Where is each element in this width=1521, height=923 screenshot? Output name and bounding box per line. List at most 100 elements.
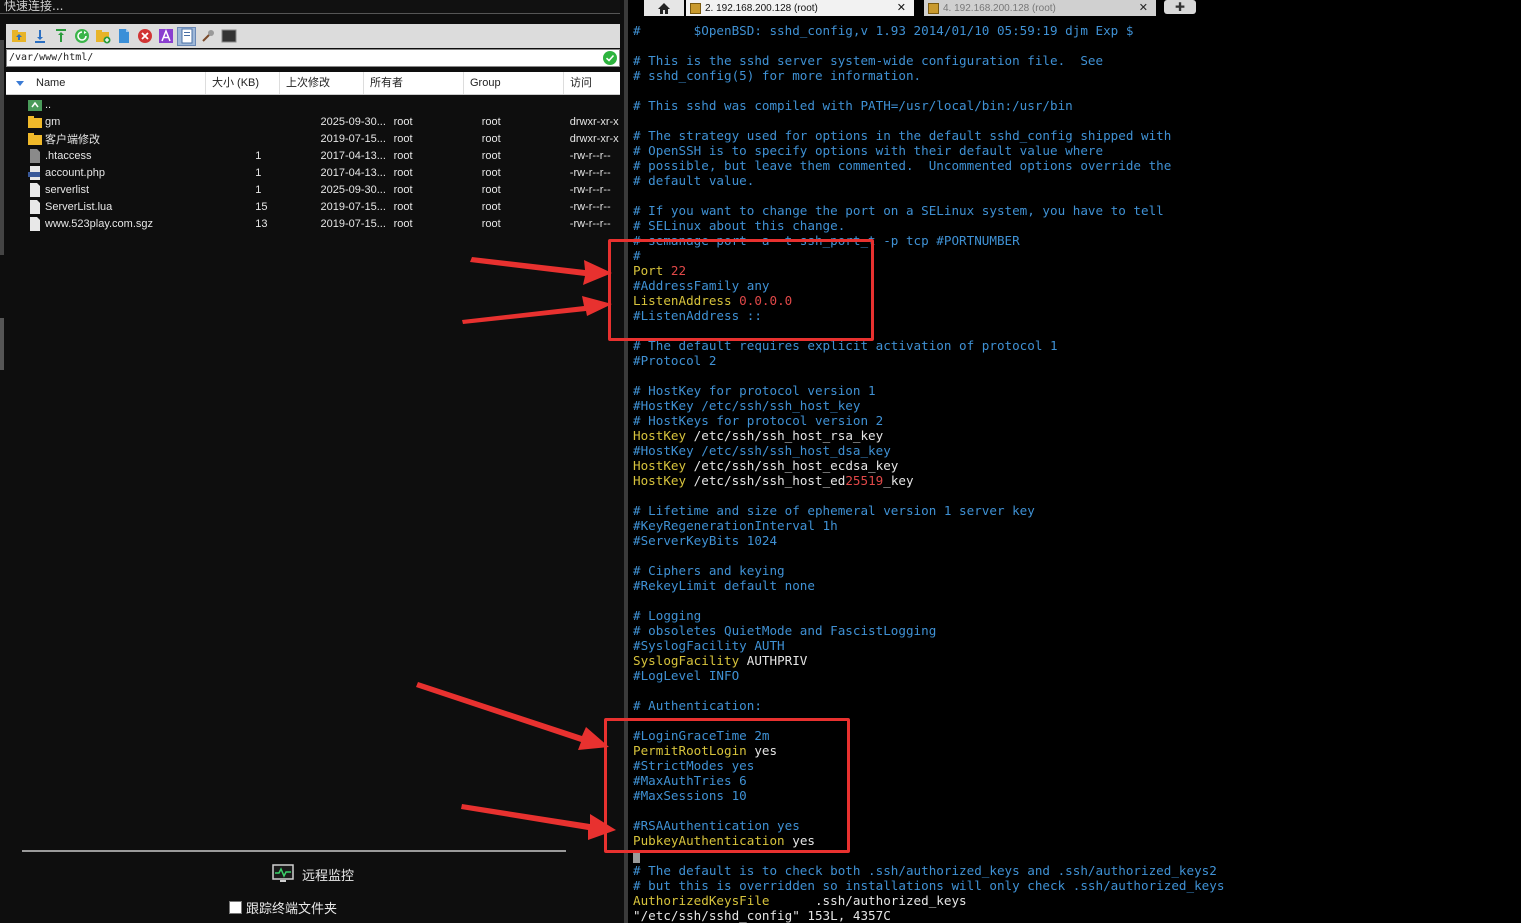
column-header-perm[interactable]: 访问 bbox=[564, 72, 620, 94]
file-row[interactable]: account.php 1 2017-04-13... root root -rw-r--… bbox=[6, 164, 620, 181]
file-group: root bbox=[481, 183, 501, 196]
terminal-text: # default value. bbox=[633, 173, 755, 188]
file-row[interactable]: gm 2025-09-30... root root drwxr-xr-x bbox=[6, 113, 620, 130]
file-name: ServerList.lua bbox=[45, 200, 113, 213]
settings-icon[interactable] bbox=[199, 28, 216, 45]
refresh-icon[interactable] bbox=[73, 28, 90, 45]
checkmark-icon[interactable] bbox=[603, 51, 617, 65]
up-folder-icon[interactable] bbox=[10, 28, 27, 45]
upload-icon[interactable] bbox=[52, 28, 69, 45]
tab-bar: 2. 192.168.200.128 (root) ✕ 4. 192.168.2… bbox=[628, 0, 1521, 16]
file-name: .. bbox=[45, 98, 52, 111]
terminal-line: # SELinux about this change. bbox=[633, 218, 1521, 233]
terminal-text: AUTHPRIV bbox=[746, 653, 808, 668]
session-key-icon bbox=[928, 2, 939, 14]
terminal-text: /etc/ssh/ssh_host_ed bbox=[693, 473, 846, 488]
close-icon[interactable]: ✕ bbox=[1139, 1, 1148, 14]
terminal-text: HostKey bbox=[633, 473, 694, 488]
tab-session-4[interactable]: 4. 192.168.200.128 (root) ✕ bbox=[924, 0, 1156, 16]
file-name-cell: 客户端修改 bbox=[6, 131, 255, 147]
file-size: 15 bbox=[255, 200, 268, 213]
terminal-line: # but this is overridden so installation… bbox=[633, 878, 1521, 893]
new-tab-button[interactable]: ✚ bbox=[1164, 0, 1196, 14]
terminal-text: # This sshd was compiled with PATH=/usr/… bbox=[633, 98, 1073, 113]
panel-edge bbox=[0, 40, 4, 255]
terminal-icon[interactable] bbox=[220, 28, 237, 45]
terminal-text: # Lifetime and size of ephemeral version… bbox=[633, 503, 1035, 518]
file-modified: 2019-07-15... bbox=[320, 200, 386, 213]
new-folder-icon[interactable] bbox=[94, 28, 111, 45]
file-group: root bbox=[481, 166, 501, 179]
file-group: root bbox=[481, 217, 501, 230]
file-row[interactable]: www.523play.com.sgz 13 2019-07-15... root ro… bbox=[6, 215, 620, 232]
file-permissions: drwxr-xr-x bbox=[569, 115, 619, 128]
terminal-line: # possible, but leave them commented. Un… bbox=[633, 158, 1521, 173]
tab-label: 2. 192.168.200.128 (root) bbox=[705, 2, 818, 14]
terminal-text: # possible, but leave them commented. Un… bbox=[633, 158, 1172, 173]
terminal-line: #HostKey /etc/ssh/ssh_host_dsa_key bbox=[633, 443, 1521, 458]
tab-session-2[interactable]: 2. 192.168.200.128 (root) ✕ bbox=[686, 0, 914, 16]
download-icon[interactable] bbox=[31, 28, 48, 45]
terminal-text: SyslogFacility bbox=[633, 653, 747, 668]
file-size: 1 bbox=[255, 149, 262, 162]
terminal-line: HostKey /etc/ssh/ssh_host_ecdsa_key bbox=[633, 458, 1521, 473]
column-header-name[interactable]: Name bbox=[6, 72, 206, 94]
highlight-box bbox=[608, 239, 874, 341]
terminal-text: #SyslogFacility AUTH bbox=[633, 638, 785, 653]
terminal-line: # Ciphers and keying bbox=[633, 563, 1521, 578]
terminal-text: 25519 bbox=[845, 473, 884, 488]
terminal-line: "/etc/ssh/sshd_config" 153L, 4357C bbox=[633, 908, 1521, 923]
folder-icon bbox=[28, 115, 42, 128]
terminal-line: # default value. bbox=[633, 173, 1521, 188]
terminal-line: #LogLevel INFO bbox=[633, 668, 1521, 683]
delete-icon[interactable] bbox=[136, 28, 153, 45]
file-group: root bbox=[481, 132, 501, 145]
path-input[interactable]: /var/www/html/ bbox=[6, 49, 620, 67]
terminal-text: #RekeyLimit default none bbox=[633, 578, 815, 593]
remote-monitor-button[interactable]: 远程监控 bbox=[272, 864, 354, 884]
column-header-size[interactable]: 大小 (KB) bbox=[206, 72, 280, 94]
rename-icon[interactable] bbox=[157, 28, 174, 45]
column-header-owner[interactable]: 所有者 bbox=[364, 72, 464, 94]
checkbox-icon[interactable] bbox=[229, 901, 242, 914]
terminal-line: #SyslogFacility AUTH bbox=[633, 638, 1521, 653]
panel-edge bbox=[0, 318, 4, 370]
file-name-cell: .. bbox=[6, 98, 255, 112]
file-permissions: -rw-r--r-- bbox=[569, 217, 611, 230]
terminal-line: # Lifetime and size of ephemeral version… bbox=[633, 503, 1521, 518]
terminal-line: # This is the sshd server system-wide co… bbox=[633, 53, 1521, 68]
terminal-text: _key bbox=[883, 473, 914, 488]
file-modified: 2025-09-30... bbox=[320, 183, 386, 196]
quickconnect-input[interactable]: 快速连接... bbox=[0, 0, 620, 14]
new-file-icon[interactable] bbox=[115, 28, 132, 45]
file-size: 1 bbox=[255, 166, 262, 179]
file-row[interactable]: .. bbox=[6, 96, 620, 113]
file-owner: root bbox=[393, 132, 413, 145]
file-toolbar bbox=[6, 24, 620, 48]
terminal-text: /etc/ssh/ssh_host_ecdsa_key bbox=[693, 458, 899, 473]
terminal-text: # but this is overridden so installation… bbox=[633, 878, 1225, 893]
file-row[interactable]: .htaccess 1 2017-04-13... root root -rw-r--r-… bbox=[6, 147, 620, 164]
file-group: root bbox=[481, 149, 501, 162]
terminal-text: # HostKeys for protocol version 2 bbox=[633, 413, 884, 428]
terminal-text: #LogLevel INFO bbox=[633, 668, 740, 683]
file-row[interactable]: ServerList.lua 15 2019-07-15... root root -rw… bbox=[6, 198, 620, 215]
column-header-modified[interactable]: 上次修改 bbox=[280, 72, 364, 94]
file-row[interactable]: serverlist 1 2025-09-30... root root -rw-r--r… bbox=[6, 181, 620, 198]
terminal-line: # obsoletes QuietMode and FascistLogging bbox=[633, 623, 1521, 638]
terminal-line: #ServerKeyBits 1024 bbox=[633, 533, 1521, 548]
home-tab[interactable] bbox=[644, 0, 684, 16]
file-row[interactable]: 客户端修改 2019-07-15... root root drwxr-xr-x bbox=[6, 130, 620, 147]
sort-arrow-icon bbox=[16, 80, 24, 86]
file-view-icon[interactable] bbox=[177, 26, 196, 46]
close-icon[interactable]: ✕ bbox=[897, 1, 906, 14]
file-name: .htaccess bbox=[45, 149, 92, 162]
terminal-line: # If you want to change the port on a SE… bbox=[633, 203, 1521, 218]
column-header-group[interactable]: Group bbox=[464, 72, 564, 94]
terminal-line: # sshd_config(5) for more information. bbox=[633, 68, 1521, 83]
follow-terminal-checkbox[interactable]: 跟踪终端文件夹 bbox=[229, 898, 337, 917]
